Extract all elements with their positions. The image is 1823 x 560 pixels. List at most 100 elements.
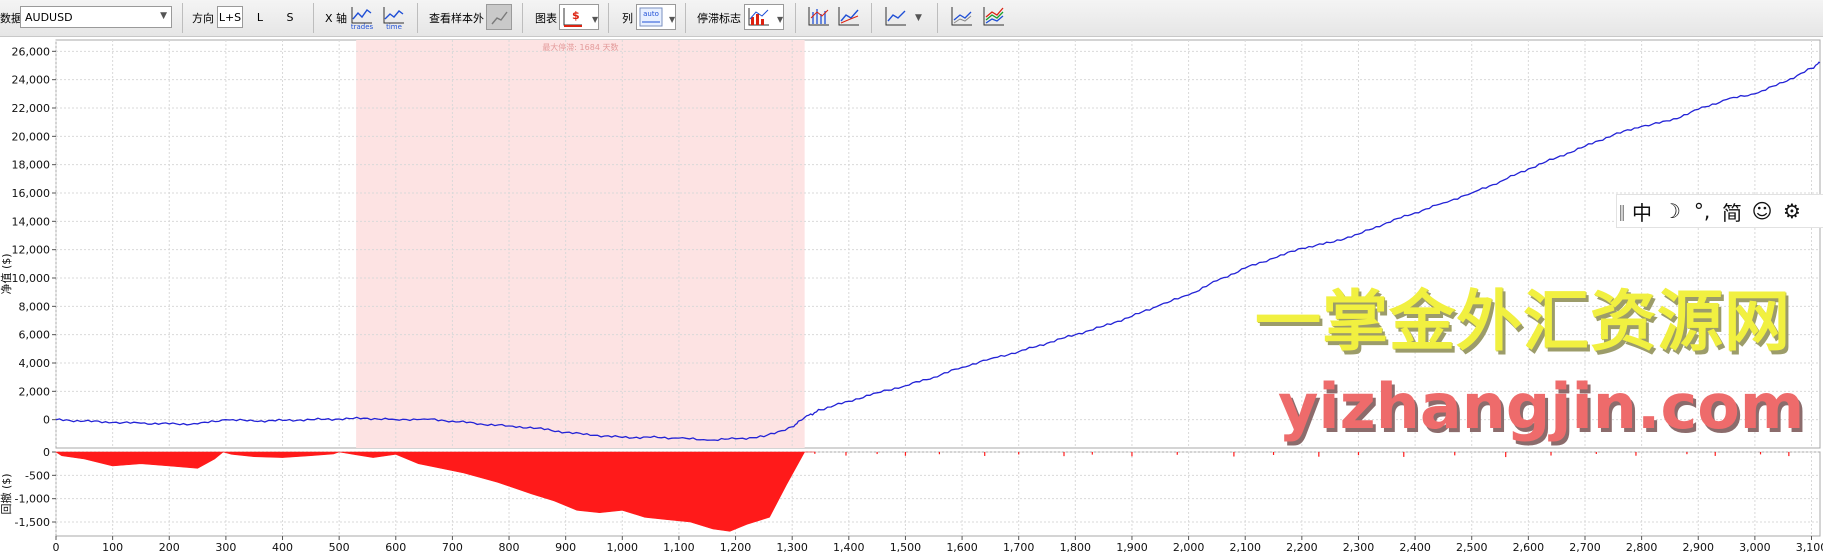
x-tick-label: 3,100 (1796, 541, 1823, 554)
line-chart-button[interactable] (836, 4, 862, 30)
moon-icon[interactable]: ☽ (1657, 199, 1687, 223)
x-tick-label: 1,500 (890, 541, 922, 554)
direction-l-toggle[interactable]: L (252, 6, 268, 28)
gear-icon[interactable]: ⚙ (1777, 199, 1807, 223)
column-button-label: auto (643, 10, 659, 18)
direction-s-toggle[interactable]: S (282, 6, 298, 28)
x-tick-label: 100 (102, 541, 123, 554)
x-tick-label: 1,400 (833, 541, 865, 554)
x-tick-label: 2,200 (1286, 541, 1318, 554)
ime-mode-toggle[interactable]: 中 (1627, 197, 1657, 226)
toolbar-divider (795, 3, 796, 33)
y-tick-label: 6,000 (19, 329, 51, 342)
ime-simplified-toggle[interactable]: 简 (1717, 197, 1747, 226)
oos-label: 查看样本外 (429, 12, 484, 25)
compare-chart-icon (951, 7, 972, 26)
auto-column-icon: auto ▼ (639, 7, 676, 27)
stagnation-select[interactable]: ▼ (744, 4, 784, 30)
x-tick-label: 2,300 (1343, 541, 1375, 554)
stagnation-chart-icon: ▼ (748, 8, 784, 26)
bar-chart-button[interactable] (806, 4, 832, 30)
chevron-down-icon[interactable]: ▼ (915, 0, 922, 36)
x-tick-label: 200 (159, 541, 180, 554)
x-tick-label: 2,800 (1626, 541, 1658, 554)
toolbar-divider (417, 3, 418, 33)
x-tick-label: 1,300 (776, 541, 808, 554)
xaxis-label: X 轴 (325, 12, 348, 25)
svg-text:$: $ (572, 9, 580, 22)
emoji-icon[interactable]: ☺ (1747, 199, 1777, 223)
chevron-down-icon: ▼ (160, 11, 167, 21)
xaxis-trades-button[interactable]: trades (349, 4, 375, 30)
svg-text:▼: ▼ (669, 15, 676, 24)
direction-ls-toggle[interactable]: L+S (217, 6, 243, 28)
drawdown-y-tick-label: -1,000 (15, 493, 50, 506)
x-tick-label: 900 (555, 541, 576, 554)
data-label: 数据 (0, 12, 22, 25)
y-tick-label: 20,000 (12, 130, 51, 143)
watermark-chinese: 一掌金外汇资源网 (1255, 283, 1791, 360)
bar-chart-icon (808, 7, 829, 26)
x-tick-label: 2,500 (1456, 541, 1488, 554)
y-tick-label: 4,000 (19, 357, 51, 370)
trades-chart-icon: trades (351, 7, 374, 30)
column-select[interactable]: auto ▼ (636, 4, 676, 30)
multi-series-icon (983, 7, 1004, 26)
x-tick-label: 1,100 (663, 541, 695, 554)
drawdown-panel-frame (55, 451, 1821, 537)
chart-type-select[interactable]: $ ▼ (559, 4, 599, 30)
drawdown-axis-title: 回撤 ($) (0, 473, 13, 514)
line-chart-icon (838, 7, 859, 26)
equity-chart-button[interactable] (883, 4, 909, 30)
x-tick-label: 400 (272, 541, 293, 554)
ime-drag-handle[interactable]: ‖ (1617, 202, 1627, 221)
time-button-label: time (386, 23, 402, 30)
stagnation-label: 停滞标志 (697, 12, 741, 25)
x-tick-label: 1,000 (607, 541, 639, 554)
y-tick-label: 22,000 (12, 102, 51, 115)
y-tick-label: 14,000 (12, 215, 51, 228)
x-tick-label: 2,100 (1229, 541, 1261, 554)
stagnation-label: 最大停滞: 1684 天数 (542, 42, 618, 52)
y-tick-label: 24,000 (12, 74, 51, 87)
y-tick-label: 16,000 (12, 187, 51, 200)
x-tick-label: 500 (329, 541, 350, 554)
symbol-select[interactable]: AUDUSD ▼ (20, 6, 172, 28)
x-tick-label: 2,400 (1399, 541, 1431, 554)
toolbar: 数据 AUDUSD ▼ 方向 L+S L S X 轴 trades time 查… (0, 0, 1823, 37)
chart-label: 图表 (535, 12, 557, 25)
equity-chart-icon (885, 7, 906, 26)
symbol-value: AUDUSD (25, 10, 73, 24)
x-tick-label: 1,800 (1060, 541, 1092, 554)
x-tick-label: 2,000 (1173, 541, 1205, 554)
x-tick-label: 1,700 (1003, 541, 1035, 554)
y-tick-label: 12,000 (12, 244, 51, 257)
y-tick-label: 26,000 (12, 45, 51, 58)
drawdown-y-tick-label: -500 (25, 469, 50, 482)
xaxis-time-button[interactable]: time (381, 4, 407, 30)
x-tick-label: 3,000 (1739, 541, 1771, 554)
x-tick-label: 2,900 (1682, 541, 1714, 554)
y-tick-label: 18,000 (12, 159, 51, 172)
y-tick-label: 0 (43, 414, 50, 427)
ime-punctuation-toggle[interactable]: °, (1687, 199, 1717, 223)
compare-chart-button[interactable] (949, 4, 975, 30)
watermark-url: yizhangjin.com (1278, 370, 1805, 443)
x-tick-label: 1,900 (1116, 541, 1148, 554)
ime-toolbar: ‖ 中 ☽ °, 简 ☺ ⚙ (1616, 194, 1823, 228)
y-tick-label: 8,000 (19, 300, 51, 313)
toolbar-divider (182, 3, 183, 33)
drawdown-y-tick-label: -1,500 (15, 516, 50, 529)
toolbar-divider (685, 3, 686, 33)
toolbar-divider (937, 3, 938, 33)
column-label: 列 (622, 12, 633, 25)
y-tick-label: 2,000 (19, 385, 51, 398)
x-tick-label: 300 (215, 541, 236, 554)
y-tick-label: 10,000 (12, 272, 51, 285)
x-tick-label: 0 (53, 541, 60, 554)
multi-series-button[interactable] (981, 4, 1007, 30)
oos-toggle-button[interactable] (486, 4, 512, 30)
x-tick-label: 1,600 (946, 541, 978, 554)
toolbar-divider (522, 3, 523, 33)
x-tick-label: 2,600 (1513, 541, 1545, 554)
